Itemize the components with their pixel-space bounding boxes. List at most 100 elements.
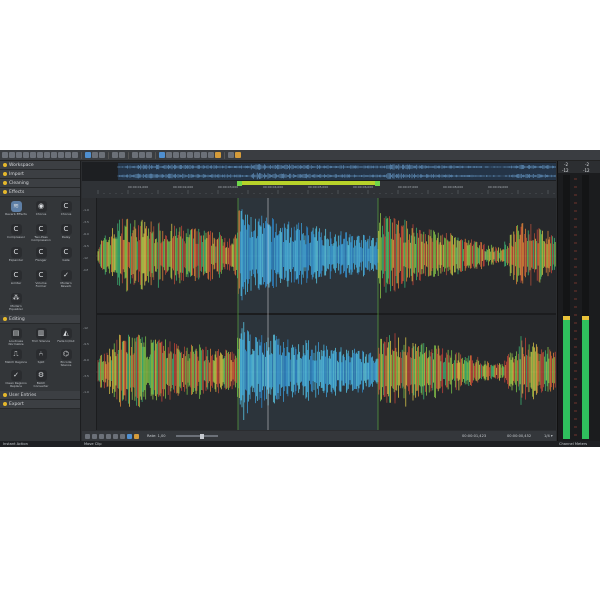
effects-grid: ≋ Reverb Effects ◉ Chorus C Chorus C Compressor…: [0, 197, 80, 314]
tool-label: Gate: [62, 258, 70, 262]
expand-dot-icon: [3, 402, 7, 406]
back-button[interactable]: [194, 152, 200, 158]
tool-item[interactable]: ▥ Trim Silence: [30, 326, 52, 347]
normalize-button[interactable]: [132, 152, 138, 158]
tool-item[interactable]: ≋ Reverb Effects: [5, 199, 27, 222]
forward-button[interactable]: [201, 152, 207, 158]
loop-button[interactable]: [159, 152, 165, 158]
tool-item[interactable]: C Flanger: [30, 245, 52, 268]
select-button[interactable]: [85, 152, 91, 158]
tool-item[interactable]: C Gate: [55, 245, 77, 268]
save-as-button[interactable]: [23, 152, 29, 158]
left-peak: -2: [564, 162, 568, 167]
section-user-entries[interactable]: User Entries: [0, 391, 80, 400]
tool-item[interactable]: C Two-Pass Compression: [30, 222, 52, 245]
tool-item[interactable]: ◭ Fade In/Out: [55, 326, 77, 347]
status-instant-action[interactable]: Instant Action: [3, 442, 28, 446]
loudness-icon: ▤: [10, 328, 22, 339]
expand-dot-icon: [3, 163, 7, 167]
tool-item[interactable]: C Volume Former: [30, 268, 52, 291]
section-cleaning[interactable]: Cleaning: [0, 179, 80, 188]
rate-slider-knob[interactable]: [199, 433, 204, 439]
new-button[interactable]: [2, 152, 8, 158]
tool-item[interactable]: ✓ Modern Reverb: [55, 268, 77, 291]
tool-item[interactable]: C Expander: [5, 245, 27, 268]
tool-item[interactable]: ⑃ Split: [30, 347, 52, 368]
hand-button[interactable]: [99, 152, 105, 158]
save-button[interactable]: [16, 152, 22, 158]
tool-item[interactable]: ⎍ Match Regions: [5, 347, 27, 368]
tool-item[interactable]: C Compressor: [5, 222, 27, 245]
tool-label: Fade In/Out: [57, 339, 75, 343]
tool-item[interactable]: ◉ Chorus: [30, 199, 52, 222]
status-channel-meters[interactable]: Channel Meters: [559, 442, 587, 446]
tool-item[interactable]: ⌬ Encode Silence: [55, 347, 77, 368]
cut-button[interactable]: [37, 152, 43, 158]
overview-svg: [117, 163, 558, 180]
tool-item[interactable]: ⚙ Batch Converter: [30, 368, 52, 389]
tool-label: Split: [37, 360, 45, 364]
open-button[interactable]: [9, 152, 15, 158]
pencil-button[interactable]: [119, 152, 125, 158]
section-label: Effects: [9, 189, 25, 195]
sidebar-panel: Workspace Import Cleaning Effects ≋ Reverb E…: [0, 161, 81, 441]
section-label: Workspace: [9, 162, 34, 168]
fade-button[interactable]: [146, 152, 152, 158]
section-label: Editing: [9, 316, 25, 322]
marker-button[interactable]: [228, 152, 234, 158]
metronome-button[interactable]: [127, 433, 132, 439]
tool-item[interactable]: C Delay: [55, 222, 77, 245]
tool-item[interactable]: C Limiter: [5, 268, 27, 291]
section-workspace[interactable]: Workspace: [0, 161, 80, 170]
undo-button[interactable]: [65, 152, 71, 158]
zoom-button[interactable]: [92, 152, 98, 158]
tool-item[interactable]: C Chorus: [55, 199, 77, 222]
tool-label: Flanger: [35, 258, 47, 262]
volume-icon: C: [35, 270, 47, 281]
tool-label: Encode Silence: [60, 360, 72, 368]
zoom-select[interactable]: 1/4 ▾: [544, 434, 553, 438]
region-button[interactable]: [235, 152, 241, 158]
section-effects[interactable]: Effects: [0, 188, 80, 197]
paste-button[interactable]: [51, 152, 57, 158]
section-label: Export: [9, 401, 24, 407]
expand-dot-icon: [3, 190, 7, 194]
tool-item[interactable]: ▤ Loudness Normalize: [5, 326, 27, 347]
snap-button[interactable]: [134, 433, 139, 439]
record-button[interactable]: [215, 152, 221, 158]
tool-item[interactable]: ✓ Clean Regions Replace: [5, 368, 27, 389]
rewind-button[interactable]: [106, 433, 111, 439]
time-ruler[interactable]: 00:00:01,000 00:00:02,000 00:00:03,000 00:0…: [82, 181, 556, 199]
to-end-button[interactable]: [208, 152, 214, 158]
pause-button[interactable]: [173, 152, 179, 158]
rate-slider[interactable]: [175, 433, 218, 439]
copy-button[interactable]: [44, 152, 50, 158]
to-start-button[interactable]: [187, 152, 193, 158]
clean-icon: ✓: [10, 370, 22, 381]
to-start-button[interactable]: [99, 433, 104, 439]
meter-scale: [574, 178, 577, 436]
trim-icon: ▥: [35, 328, 47, 339]
loop-button[interactable]: [92, 433, 97, 439]
redo-button[interactable]: [72, 152, 78, 158]
ruler-svg: 00:00:01,000 00:00:02,000 00:00:03,000 00:0…: [97, 181, 555, 194]
tool-item[interactable]: ⁂ Modern Equalizer: [5, 291, 27, 314]
limiter-icon: C: [10, 270, 22, 281]
cursor-button[interactable]: [112, 152, 118, 158]
overview-waveform[interactable]: [82, 162, 558, 181]
section-export[interactable]: Export: [0, 400, 80, 409]
delete-button[interactable]: [58, 152, 64, 158]
section-import[interactable]: Import: [0, 170, 80, 179]
play-button[interactable]: [166, 152, 172, 158]
play-button[interactable]: [120, 433, 125, 439]
record-button[interactable]: [85, 433, 90, 439]
print-button[interactable]: [30, 152, 36, 158]
waveform-tracks[interactable]: -1.0 -3.5 -6.0 -9.5 -12 -Inf -12 -9.5 -6.0 -3.5 -1…: [82, 198, 556, 430]
match-icon: ⎍: [10, 349, 22, 360]
status-move-clip[interactable]: Move Clip: [84, 442, 102, 446]
section-editing[interactable]: Editing: [0, 315, 80, 324]
stop-button[interactable]: [113, 433, 118, 439]
reverb-icon: ≋: [10, 201, 22, 212]
trim-button[interactable]: [139, 152, 145, 158]
stop-button[interactable]: [180, 152, 186, 158]
